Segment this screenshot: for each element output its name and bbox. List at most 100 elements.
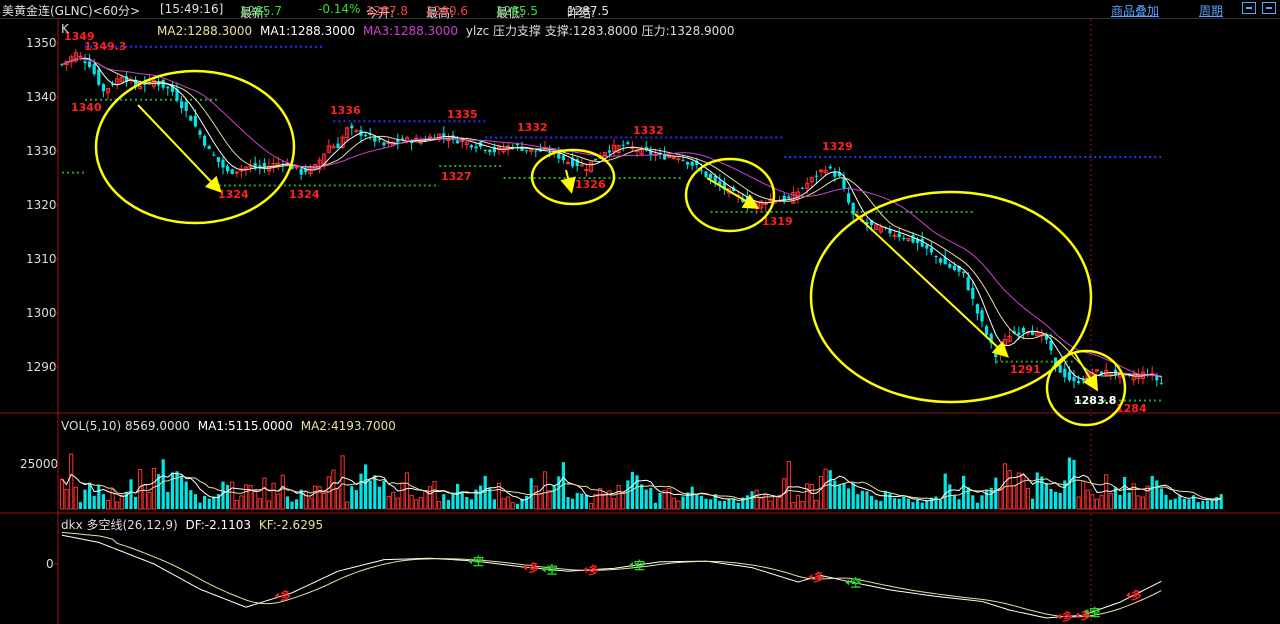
volume-bar: [101, 494, 105, 509]
volume-bar: [105, 499, 111, 510]
highlight-ellipse: [94, 69, 296, 225]
volume-bar: [649, 487, 653, 509]
ma1-value: MA1:1288.3000: [259, 24, 356, 38]
sell-signal-label: 空: [473, 554, 484, 568]
candle-body: [1159, 382, 1163, 384]
volume-bar: [695, 494, 699, 509]
candle-body: [842, 177, 846, 189]
buy-signal-label: 多: [588, 563, 599, 577]
candle-body: [584, 169, 589, 172]
candle-body: [469, 145, 473, 148]
price-label: 1329: [822, 140, 853, 153]
candle-body: [534, 150, 538, 152]
ma2-value: MA2:1288.3000: [157, 24, 253, 38]
volume-bar: [1108, 493, 1113, 510]
candle-body: [488, 149, 492, 153]
volume-bar: [368, 480, 372, 509]
volume-bar: [1219, 494, 1223, 509]
buy-signal-label: 多: [813, 570, 824, 584]
volume-bar: [138, 469, 143, 510]
volume-bar: [134, 497, 138, 509]
volume-bar: [837, 485, 841, 509]
y-tick-label: 1340: [26, 90, 57, 104]
price-label: 1332: [633, 124, 664, 137]
volume-ma1-value: MA1:5115.0000: [197, 419, 293, 433]
candle-body: [382, 142, 386, 146]
sell-signal-label: 空: [547, 562, 558, 576]
volume-bar: [1123, 477, 1127, 509]
candle-body: [971, 287, 975, 299]
volume-bar: [488, 488, 492, 509]
volume-bar: [1201, 501, 1205, 509]
candle-body: [1021, 327, 1025, 333]
candle-body: [948, 264, 952, 268]
volume-bar: [722, 501, 726, 509]
y-tick-label: 1310: [26, 252, 57, 266]
candle-body: [888, 229, 892, 234]
volume-bar: [221, 481, 225, 509]
price-label: 1291: [1010, 363, 1041, 376]
volume-bar: [842, 483, 846, 509]
candle-body: [911, 235, 915, 243]
candle-body: [226, 165, 230, 172]
volume-bar: [718, 501, 722, 509]
sell-signal-label: 空: [850, 575, 861, 589]
volume-bar: [957, 499, 961, 509]
price-label: 1326: [575, 178, 606, 191]
volume-bar: [151, 467, 157, 510]
candle-body: [427, 136, 433, 139]
volume-bar: [1012, 485, 1017, 510]
volume-bar: [786, 461, 791, 510]
volume-bar: [580, 493, 584, 509]
candle-body: [525, 150, 529, 152]
volume-bar: [456, 483, 460, 509]
candle-body: [1072, 377, 1076, 382]
volume-bar: [874, 499, 878, 509]
volume-bar: [335, 488, 341, 510]
trend-arrow: [560, 169, 576, 194]
dkx-kf-value: KF:-2.6295: [258, 518, 324, 532]
volume-bar: [207, 498, 211, 509]
volume-bar: [588, 502, 594, 510]
highlight-ellipse: [1045, 349, 1127, 427]
price-labels: 13491349.313401324 1324133613271335133213…: [64, 30, 1147, 415]
candle-body: [377, 139, 381, 141]
volume-bar: [1173, 498, 1177, 509]
volume-bar: [423, 490, 428, 510]
candle-body: [975, 304, 979, 314]
volume-bar: [198, 502, 202, 509]
volume-bar: [276, 493, 281, 510]
candle-body: [1067, 371, 1071, 381]
price-label: 1336: [330, 104, 361, 117]
price-label: 1332: [517, 121, 548, 134]
volume-bar: [1140, 496, 1146, 510]
volume-bar: [248, 485, 253, 510]
volume-bar: [727, 498, 731, 509]
volume-bar: [257, 498, 262, 510]
y-tick-marks: [54, 42, 58, 565]
volume-bar: [934, 496, 938, 509]
volume-bar: [1007, 470, 1012, 510]
volume-bar: [386, 495, 391, 510]
dkx-name: dkx 多空线(26,12,9): [61, 518, 178, 532]
price-label: 1327: [441, 170, 472, 183]
candle-body: [690, 161, 694, 166]
volume-bar: [823, 468, 828, 510]
volume-bar: [226, 485, 230, 509]
volume-bar: [184, 481, 188, 509]
volume-bar: [736, 502, 740, 509]
volume-bar: [571, 498, 575, 509]
candle-body: [184, 101, 188, 111]
candle-body: [460, 140, 465, 143]
volume-bar: [88, 482, 92, 509]
volume-bar: [437, 501, 442, 510]
candle-body: [626, 142, 630, 144]
volume-bar: [1178, 495, 1182, 509]
volume-bar: [83, 489, 87, 509]
volume-bar: [745, 495, 749, 509]
volume-bar: [460, 491, 464, 509]
volume-bar: [1150, 475, 1154, 509]
volume-bar: [414, 499, 419, 510]
dkx-df-value: DF:-2.1103: [185, 518, 252, 532]
volume-bar: [295, 499, 299, 509]
